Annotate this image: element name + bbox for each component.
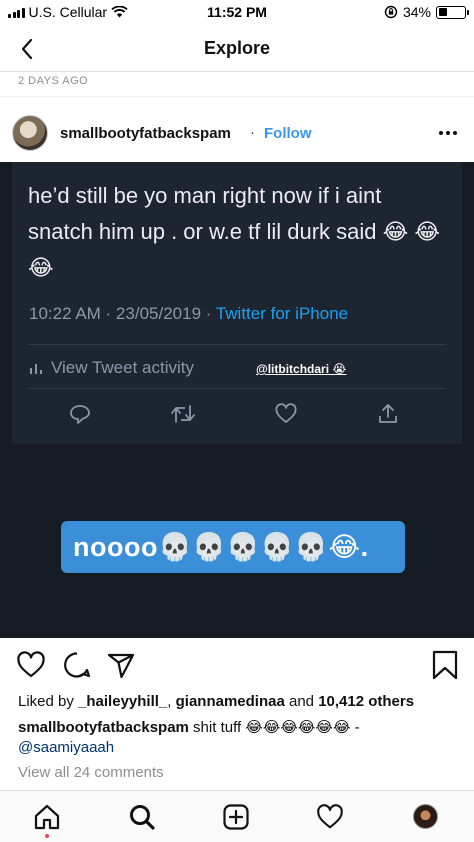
post-media[interactable]: he’d still be yo man right now if i aint… <box>0 162 474 638</box>
tweet-activity: View Tweet activity <box>29 358 194 378</box>
likes-sep: , <box>167 693 176 710</box>
watermark: @litbitchdari 😭 <box>256 362 347 376</box>
ellipsis-icon[interactable] <box>436 123 460 143</box>
tweet-source: Twitter for iPhone <box>215 304 349 323</box>
likes-prefix: Liked by <box>18 693 79 710</box>
liker-link[interactable]: _haileyyhill_ <box>78 693 167 710</box>
tweet-screenshot: he’d still be yo man right now if i aint… <box>12 162 462 444</box>
rotation-lock-icon <box>384 5 398 19</box>
activity-heart-icon[interactable] <box>316 803 344 831</box>
home-icon[interactable] <box>33 803 61 831</box>
tweet-text: he’d still be yo man right now if i aint… <box>28 183 441 280</box>
retweet-icon <box>171 405 195 423</box>
page-title: Explore <box>203 38 271 58</box>
nav-header: Explore <box>0 26 474 72</box>
bookmark-icon[interactable] <box>432 650 458 680</box>
likes-count-link[interactable]: 10,412 others <box>318 693 414 710</box>
profile-avatar[interactable] <box>413 804 438 829</box>
battery-percent: 34% <box>402 4 431 20</box>
bar-chart-icon <box>30 364 42 374</box>
search-icon[interactable] <box>128 803 156 831</box>
tweet-actions <box>12 402 462 432</box>
share-icon[interactable] <box>106 650 136 680</box>
follow-button[interactable]: Follow <box>264 125 312 142</box>
status-right: 34% <box>384 4 469 20</box>
separator-dot: · <box>250 124 255 141</box>
battery-icon <box>436 5 469 19</box>
tweet-activity-label: View Tweet activity <box>51 358 194 377</box>
post-header: smallbootyfatbackspam · Follow <box>0 96 474 162</box>
comment-icon[interactable] <box>62 650 92 680</box>
heart-icon[interactable] <box>16 650 46 680</box>
likes-mid: and <box>284 693 319 710</box>
status-bar: U.S. Cellular 11:52 PM 34% <box>0 0 474 24</box>
heart-icon <box>275 403 297 423</box>
media-caption-text: noooo💀💀💀💀💀😂. <box>73 532 369 562</box>
tweet-meta: 10:22 AM · 23/05/2019 · Twitter for iPho… <box>29 304 348 324</box>
caption-text: shit tuff 😂😂😂😂😂😂 - <box>188 719 360 736</box>
share-icon <box>379 404 397 423</box>
tab-bar <box>0 790 474 842</box>
likes-line: Liked by _haileyyhill_, giannamedinaa an… <box>18 693 414 710</box>
notification-dot <box>45 834 49 838</box>
reply-icon <box>70 405 90 424</box>
divider <box>28 344 446 345</box>
divider <box>28 388 446 389</box>
caption-username[interactable]: smallbootyfatbackspam <box>18 719 189 736</box>
liker-link[interactable]: giannamedinaa <box>176 693 285 710</box>
post-username[interactable]: smallbootyfatbackspam <box>60 125 231 142</box>
avatar[interactable] <box>12 115 48 151</box>
media-caption-overlay: noooo💀💀💀💀💀😂. <box>61 521 405 573</box>
tweet-time: 10:22 AM · 23/05/2019 · <box>29 304 216 323</box>
new-post-icon[interactable] <box>222 803 250 831</box>
view-comments-link[interactable]: View all 24 comments <box>18 764 164 781</box>
post-timestamp: 2 DAYS AGO <box>18 75 89 87</box>
post-caption: smallbootyfatbackspam shit tuff 😂😂😂😂😂😂 -… <box>18 718 458 758</box>
post-action-bar <box>0 646 474 686</box>
caption-mention[interactable]: @saamiyaaah <box>18 739 114 756</box>
